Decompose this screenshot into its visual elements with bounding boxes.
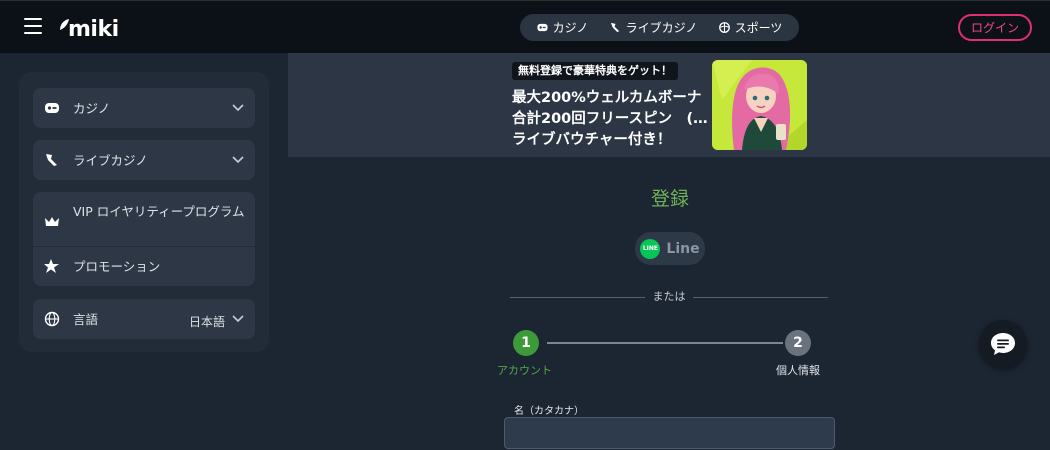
sidebar-item-label: プロモーション: [73, 259, 161, 274]
star-icon: [44, 259, 59, 273]
chat-icon: [991, 333, 1015, 355]
chevron-down-icon: [232, 156, 244, 164]
sidebar-group: VIP ロイヤリティープログラム プロモーション: [33, 192, 255, 286]
language-selector[interactable]: 言語 日本語: [33, 299, 255, 339]
banner-line-3: ライブバウチャー付き！: [512, 132, 672, 148]
live-casino-icon: [610, 22, 619, 33]
step-2-label: 個人情報: [776, 364, 820, 377]
nav-casino[interactable]: カジノ: [537, 19, 589, 36]
katakana-name-label: 名（カタカナ）: [514, 406, 584, 417]
promo-banner[interactable]: 無料登録で豪華特典をゲット！ 最大200%ウェルカムボーナ 合計200回フリース…: [288, 53, 1050, 157]
line-login-button[interactable]: LINE Line: [635, 232, 705, 265]
nav-sports[interactable]: スポーツ: [718, 19, 783, 36]
logo[interactable]: miki: [58, 12, 119, 44]
chat-button[interactable]: [979, 320, 1027, 368]
nav-live-casino-label: ライブカジノ: [625, 21, 698, 35]
sidebar-item-label: ライブカジノ: [73, 153, 148, 168]
sidebar-item-casino[interactable]: カジノ: [33, 88, 255, 128]
menu-icon[interactable]: [24, 18, 42, 34]
sidebar-item-label: カジノ: [73, 101, 111, 116]
banner-line-2: 合計200回フリースピン (…: [512, 111, 708, 127]
sidebar-item-live-casino[interactable]: ライブカジノ: [33, 140, 255, 180]
step-1-indicator: 1: [513, 330, 539, 356]
sidebar-item-promotions[interactable]: プロモーション: [33, 247, 255, 286]
sports-icon: [718, 22, 730, 33]
nav-sports-label: スポーツ: [734, 21, 783, 35]
or-text: または: [652, 290, 686, 303]
chevron-down-icon: [232, 104, 244, 112]
nav-live-casino[interactable]: ライブカジノ: [610, 19, 698, 36]
line-button-label: Line: [666, 240, 700, 257]
step-connector: [547, 342, 783, 344]
chevron-down-icon: [232, 315, 244, 323]
banner-tag: 無料登録で豪華特典をゲット！: [512, 62, 678, 80]
step-2-indicator: 2: [785, 330, 811, 356]
line-icon: LINE: [640, 238, 661, 259]
banner-line-1: 最大200%ウェルカムボーナ: [512, 90, 702, 106]
step-1-label: アカウント: [497, 364, 552, 377]
or-separator: または: [510, 290, 828, 304]
live-casino-icon: [46, 154, 57, 166]
globe-icon: [44, 311, 60, 327]
crown-icon: [45, 217, 59, 226]
language-label: 言語: [73, 312, 99, 327]
sidebar: カジノ ライブカジノ VIP ロイヤリティープログラム プロモーション 言語 日…: [19, 72, 269, 352]
login-button[interactable]: ログイン: [958, 14, 1032, 41]
top-nav: カジノ ライブカジノ スポーツ: [520, 14, 799, 41]
katakana-name-input[interactable]: [504, 417, 835, 449]
page-title: 登録: [650, 188, 689, 210]
banner-character-image: [712, 60, 807, 150]
language-value: 日本語: [188, 315, 225, 329]
casino-icon: [45, 103, 59, 113]
logo-text: miki: [68, 17, 119, 42]
sidebar-item-vip[interactable]: VIP ロイヤリティープログラム: [33, 192, 255, 246]
sidebar-item-label: VIP ロイヤリティープログラム: [73, 204, 245, 219]
casino-icon: [537, 23, 548, 32]
nav-casino-label: カジノ: [552, 21, 589, 35]
top-bar: miki カジノ ライブカジノ スポーツ ログイン: [0, 0, 1050, 53]
